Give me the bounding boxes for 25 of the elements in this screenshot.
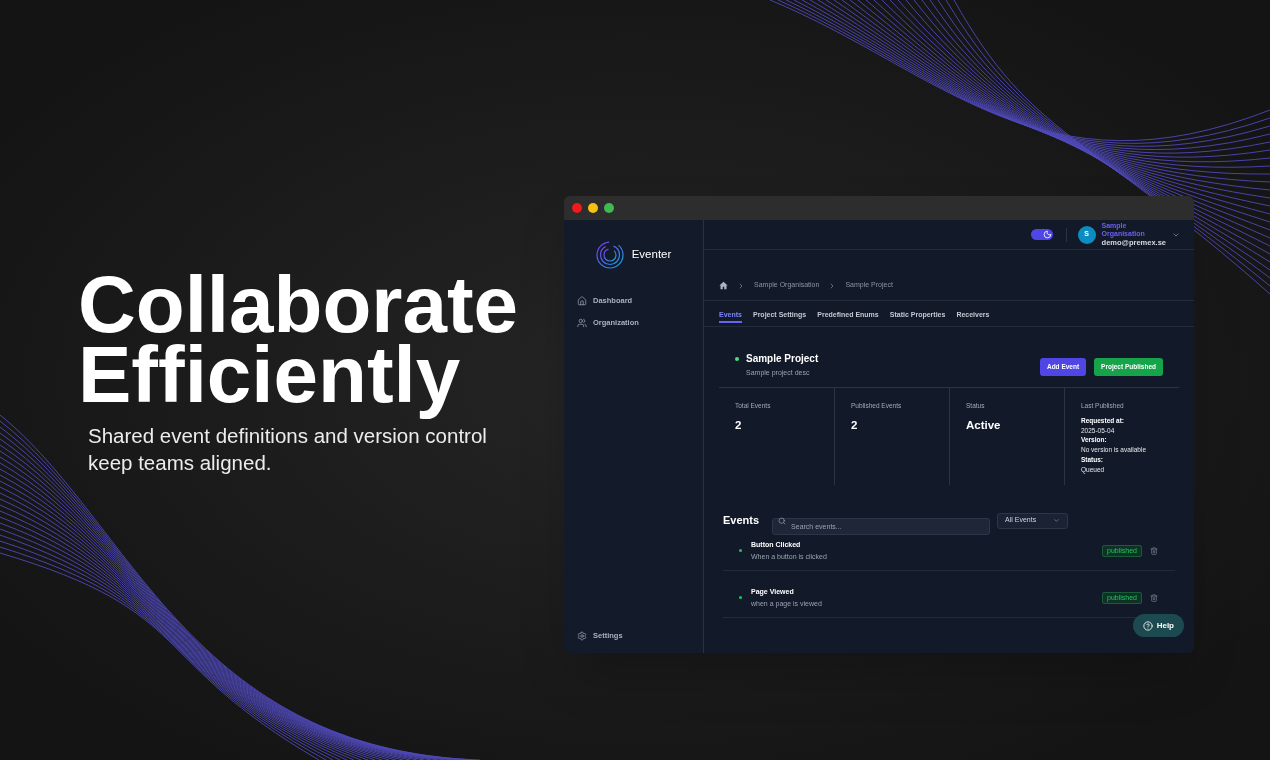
trash-icon[interactable] [1150,546,1158,555]
theme-toggle[interactable] [1030,229,1053,240]
status-dot-icon [739,596,742,599]
help-button[interactable]: Help [1132,614,1184,637]
moon-icon [1042,230,1052,239]
hero-subtitle: Shared event definitions and version control keep teams aligned. [88,423,488,476]
settings-icon [577,631,587,641]
home-icon[interactable] [719,281,728,290]
trash-icon[interactable] [1150,593,1158,602]
stat-value: 2 [735,418,743,432]
stat-value: Active [966,418,1002,432]
users-icon [577,318,587,328]
search-icon [778,516,787,525]
chevron-down-icon [1053,517,1061,524]
chevron-right-icon [737,282,745,290]
hero-title: Collaborate Efficiently [78,259,520,421]
section-title: Events [723,515,760,526]
house-icon [577,296,587,306]
project-name: Sample Project [746,352,819,365]
rings-logo-icon [595,241,624,269]
help-icon [1142,620,1153,631]
status-dot-icon [739,549,742,552]
status-dot-icon [735,356,739,361]
logo-text: Eventer [631,249,672,261]
stat-value: 2 [851,418,859,432]
